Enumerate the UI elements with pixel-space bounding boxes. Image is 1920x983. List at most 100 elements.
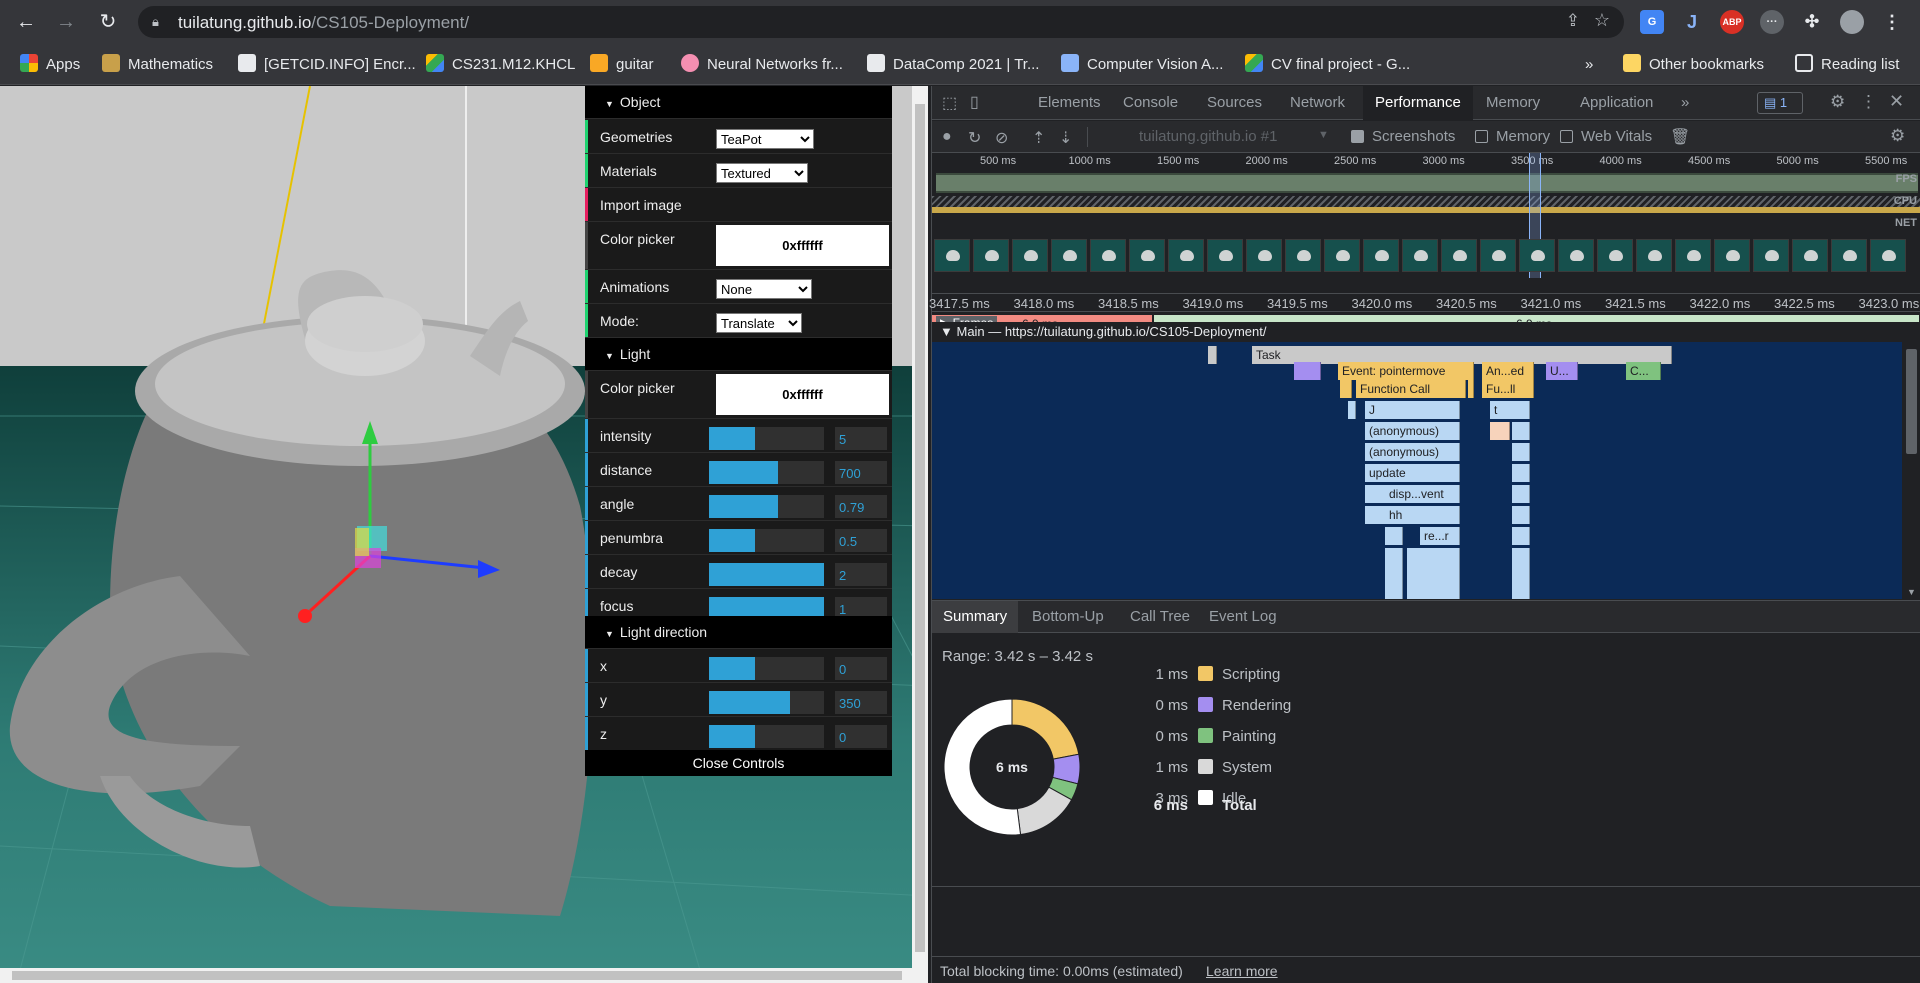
screenshot-thumbnail[interactable] (1363, 239, 1399, 272)
download-icon[interactable]: ⇣ (1059, 128, 1072, 148)
y-slider[interactable] (709, 691, 824, 714)
trash-icon[interactable]: 🗑︎ (1670, 127, 1690, 147)
issues-badge[interactable]: ▤ 1 (1757, 92, 1803, 114)
more-extension-icon[interactable]: ··· (1760, 10, 1784, 34)
tab-application[interactable]: Application (1570, 86, 1663, 120)
scroll-down-icon[interactable]: ▼ (1907, 587, 1916, 597)
flame-js[interactable] (1512, 485, 1530, 503)
screenshot-thumbnail[interactable] (1324, 239, 1360, 272)
bookmark-star-icon[interactable]: ☆ (1594, 10, 1610, 31)
address-bar[interactable]: 🔒︎ tuilatung.github.io/CS105-Deployment/… (138, 6, 1624, 38)
flame-event[interactable]: Event: pointermove (1338, 362, 1474, 380)
share-icon[interactable]: ⇪ (1566, 11, 1580, 31)
flame-js[interactable] (1348, 401, 1356, 419)
capture-settings-gear-icon[interactable]: ⚙ (1890, 126, 1905, 146)
screenshot-thumbnail[interactable] (1051, 239, 1087, 272)
learn-more-link[interactable]: Learn more (1206, 963, 1278, 979)
angle-slider[interactable] (709, 495, 824, 518)
flame-function-call-2[interactable]: Fu...ll (1482, 380, 1534, 398)
materials-select[interactable]: Textured (716, 163, 808, 183)
bookmark-guitar[interactable]: guitar (590, 53, 654, 77)
flame-update[interactable]: U... (1546, 362, 1578, 380)
penumbra-number-input[interactable]: 0.5 (835, 529, 887, 552)
screenshot-thumbnail[interactable] (1558, 239, 1594, 272)
tab-network[interactable]: Network (1280, 86, 1355, 120)
tab-memory[interactable]: Memory (1476, 86, 1550, 120)
tab-elements[interactable]: Elements (1028, 86, 1111, 120)
scrollbar-thumb[interactable] (12, 971, 902, 980)
j-extension-icon[interactable]: J (1680, 10, 1704, 34)
screenshot-thumbnail[interactable] (1441, 239, 1477, 272)
distance-number-input[interactable]: 700 (835, 461, 887, 484)
screenshot-thumbnail[interactable] (1285, 239, 1321, 272)
flame-function-call[interactable]: Function Call (1356, 380, 1466, 398)
flame-anonymous-1[interactable]: (anonymous) (1365, 422, 1460, 440)
web-vitals-checkbox[interactable] (1560, 130, 1573, 143)
bookmark-computer-vision[interactable]: Computer Vision A... (1061, 53, 1223, 77)
screenshot-thumbnail[interactable] (1402, 239, 1438, 272)
page-horizontal-scrollbar[interactable] (0, 968, 928, 983)
profile-select[interactable]: tuilatung.github.io #1 (1139, 128, 1277, 145)
record-icon[interactable]: ● (942, 128, 952, 146)
screenshot-thumbnail[interactable] (1207, 239, 1243, 272)
tab-event-log[interactable]: Event Log (1199, 601, 1287, 633)
screenshot-thumbnail[interactable] (1636, 239, 1672, 272)
tab-sources[interactable]: Sources (1197, 86, 1272, 120)
intensity-number-input[interactable]: 5 (835, 427, 887, 450)
intensity-slider[interactable] (709, 427, 824, 450)
tab-performance[interactable]: Performance (1363, 86, 1473, 120)
screenshot-thumbnail[interactable] (1870, 239, 1906, 272)
folder-light-direction[interactable]: ▼ Light direction (585, 616, 892, 649)
screenshot-thumbnail[interactable] (1831, 239, 1867, 272)
bookmark-apps[interactable]: Apps (20, 53, 80, 77)
other-bookmarks[interactable]: Other bookmarks (1623, 53, 1764, 77)
x-number-input[interactable]: 0 (835, 657, 887, 680)
bookmark-cs231[interactable]: CS231.M12.KHCL (426, 53, 575, 77)
close-controls-button[interactable]: Close Controls (585, 750, 892, 776)
screenshot-thumbnail[interactable] (1792, 239, 1828, 272)
screenshot-thumbnail[interactable] (1597, 239, 1633, 272)
upload-icon[interactable]: ⇡ (1032, 128, 1045, 148)
geometries-select[interactable]: TeaPot (716, 129, 814, 149)
flame-render[interactable]: re...r (1420, 527, 1460, 545)
devtools-menu-icon[interactable]: ⋮ (1860, 92, 1877, 112)
x-slider[interactable] (709, 657, 824, 680)
flame-task-small[interactable] (1208, 346, 1217, 364)
bookmark-neural-networks[interactable]: Neural Networks fr... (681, 53, 843, 77)
bookmark-mathematics[interactable]: Mathematics (102, 53, 213, 77)
flame-chart[interactable]: Task Event: pointermove An...ed U... C..… (932, 342, 1902, 599)
penumbra-slider[interactable] (709, 529, 824, 552)
light-color-input[interactable]: 0xffffff (716, 374, 889, 415)
flame-animation[interactable]: An...ed (1482, 362, 1534, 380)
screenshot-thumbnail[interactable] (973, 239, 1009, 272)
profile-avatar[interactable] (1840, 10, 1864, 34)
mode-select[interactable]: Translate (716, 313, 802, 333)
flame-scrollbar[interactable]: ▼ (1902, 335, 1920, 599)
y-number-input[interactable]: 350 (835, 691, 887, 714)
tab-bottom-up[interactable]: Bottom-Up (1022, 601, 1114, 633)
screenshot-thumbnail[interactable] (1129, 239, 1165, 272)
bookmark-getcid[interactable]: [GETCID.INFO] Encr... (238, 53, 416, 77)
tab-console[interactable]: Console (1113, 86, 1188, 120)
import-image-button[interactable]: Import image (600, 197, 682, 213)
bookmark-datacomp[interactable]: DataComp 2021 | Tr... (867, 53, 1039, 77)
screenshot-thumbnail[interactable] (1675, 239, 1711, 272)
z-number-input[interactable]: 0 (835, 725, 887, 748)
decay-slider[interactable] (709, 563, 824, 586)
screenshot-thumbnail[interactable] (1246, 239, 1282, 272)
extensions-puzzle-icon[interactable]: ✣ (1800, 10, 1824, 34)
flame-dispatch-event[interactable]: disp...vent (1365, 485, 1460, 503)
scrollbar-thumb[interactable] (1906, 349, 1917, 454)
color-picker-input[interactable]: 0xffffff (716, 225, 889, 266)
settings-gear-icon[interactable]: ⚙ (1830, 92, 1845, 112)
flame-update-fn[interactable]: update (1365, 464, 1460, 482)
flame-gc[interactable] (1490, 422, 1510, 440)
flame-js[interactable] (1407, 548, 1460, 599)
more-bookmarks-chevron[interactable]: » (1585, 53, 1593, 77)
animations-select[interactable]: None (716, 279, 812, 299)
reload-icon[interactable]: ↻ (96, 10, 120, 34)
flame-rendering[interactable] (1294, 362, 1321, 380)
tab-call-tree[interactable]: Call Tree (1120, 601, 1200, 633)
flame-t[interactable]: t (1490, 401, 1530, 419)
screenshot-thumbnail[interactable] (1753, 239, 1789, 272)
